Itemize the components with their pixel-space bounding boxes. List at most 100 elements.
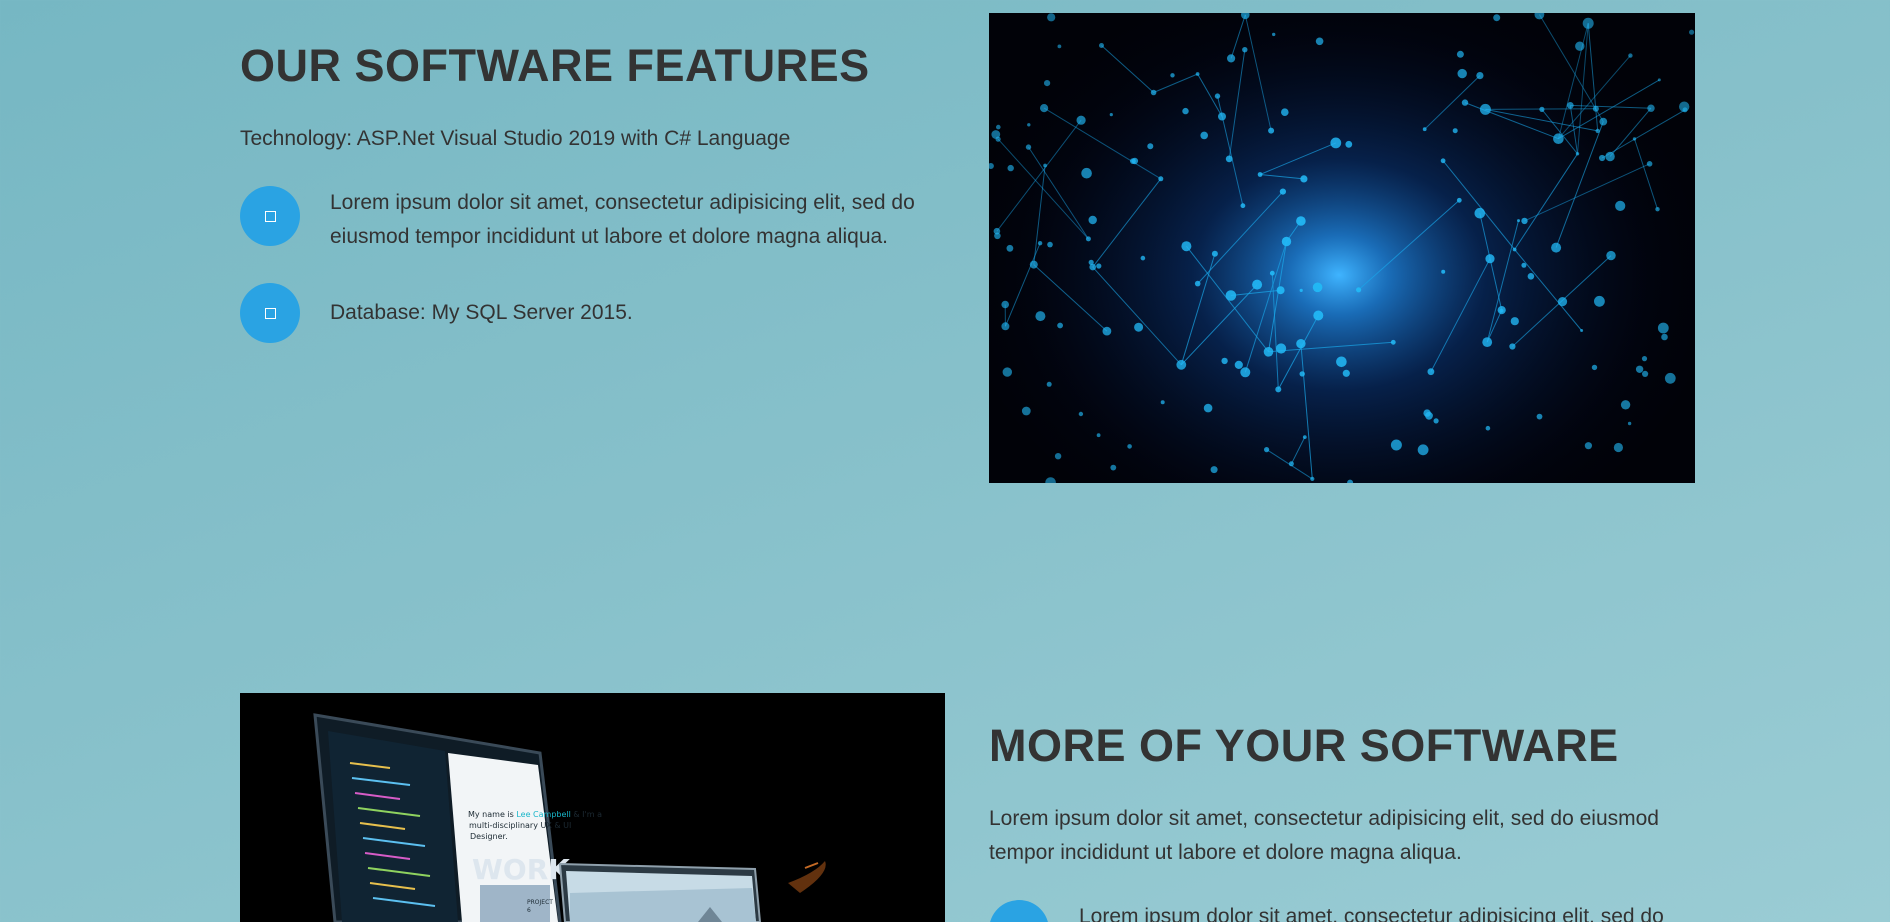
network-node xyxy=(1006,244,1014,252)
network-node xyxy=(1599,117,1608,126)
network-node xyxy=(1312,282,1323,293)
network-node xyxy=(1102,326,1112,336)
network-node xyxy=(1029,260,1038,269)
feature-icon-button-1[interactable] xyxy=(240,186,300,246)
network-node xyxy=(1109,113,1113,117)
network-node xyxy=(1512,247,1517,252)
network-node xyxy=(1057,322,1063,329)
network-node xyxy=(1134,322,1144,332)
network-node xyxy=(1181,241,1192,252)
network-node xyxy=(1456,50,1464,58)
network-node xyxy=(1479,103,1491,115)
network-node xyxy=(1176,359,1187,370)
network-node xyxy=(1200,131,1208,140)
network-node xyxy=(1296,216,1306,226)
network-node xyxy=(1661,333,1668,341)
network-node xyxy=(1147,143,1154,150)
network-node xyxy=(1210,466,1218,474)
feature-text-2: Database: My SQL Server 2015. xyxy=(330,301,633,324)
network-node xyxy=(1615,200,1626,211)
network-node xyxy=(1078,411,1084,417)
network-node xyxy=(1330,137,1342,149)
network-node xyxy=(1300,175,1308,183)
network-node xyxy=(1046,381,1052,387)
network-node xyxy=(1288,461,1294,467)
network-node xyxy=(1641,356,1648,362)
network-node xyxy=(1580,329,1584,332)
laptop-project-number: 6 xyxy=(527,907,531,914)
network-node xyxy=(1170,73,1175,78)
network-node xyxy=(1476,72,1484,80)
network-node xyxy=(1315,37,1324,46)
network-node xyxy=(1269,270,1275,276)
network-node xyxy=(1582,17,1594,29)
network-node xyxy=(1054,453,1062,460)
network-node xyxy=(1218,112,1226,121)
laptop-headline-line2: multi-disciplinary UX & UI xyxy=(469,821,571,830)
network-node xyxy=(1275,386,1282,393)
network-node xyxy=(1521,217,1528,225)
network-node xyxy=(1553,133,1564,144)
network-node xyxy=(1655,207,1660,212)
feature-text-1-line1: Lorem ipsum dolor sit amet, consectetur … xyxy=(330,191,915,214)
network-node xyxy=(1027,123,1031,127)
network-node xyxy=(1594,295,1605,307)
feature-text-1-line2: eiusmod tempor incididunt ut labore et d… xyxy=(330,225,889,248)
more-software-description: Lorem ipsum dolor sit amet, consectetur … xyxy=(989,802,1659,870)
network-node xyxy=(1194,280,1201,287)
network-node xyxy=(1521,262,1527,268)
network-node xyxy=(1257,172,1263,177)
network-node xyxy=(1099,43,1104,48)
network-node xyxy=(1140,255,1146,261)
network-node xyxy=(1457,68,1467,79)
network-node xyxy=(1539,106,1545,112)
network-node xyxy=(1456,197,1462,203)
network-node xyxy=(1584,442,1592,450)
network-node xyxy=(1557,297,1568,307)
network-node xyxy=(1043,163,1047,168)
network-node xyxy=(1356,287,1362,293)
network-node xyxy=(1037,241,1043,246)
network-node xyxy=(1336,356,1347,368)
network-node xyxy=(1461,99,1469,106)
network-node xyxy=(1527,273,1535,280)
network-node xyxy=(1211,250,1218,257)
network-node xyxy=(1272,32,1276,37)
network-node xyxy=(1441,269,1446,274)
network-node xyxy=(1664,372,1676,384)
more-feature-icon-button-1[interactable] xyxy=(989,900,1049,922)
network-node xyxy=(1510,317,1519,326)
network-node xyxy=(1627,421,1632,426)
network-node xyxy=(1225,290,1237,301)
network-node xyxy=(994,232,1001,240)
network-node xyxy=(1225,155,1233,163)
network-node xyxy=(1452,128,1458,134)
network-node xyxy=(1599,154,1606,162)
network-node xyxy=(1632,137,1637,141)
network-node xyxy=(1517,219,1520,223)
more-software-description-line2: tempor incididunt ut labore et dolore ma… xyxy=(989,841,1462,864)
network-node xyxy=(1657,322,1669,334)
network-node xyxy=(1440,158,1446,164)
network-node xyxy=(1310,476,1315,481)
technology-text: Technology: ASP.Net Visual Studio 2019 w… xyxy=(240,127,791,150)
network-node xyxy=(1302,435,1307,439)
laptop-watermark: WORK xyxy=(472,853,571,886)
network-node xyxy=(1025,144,1032,150)
network-node xyxy=(1345,140,1353,148)
network-node xyxy=(1689,29,1695,35)
network-node xyxy=(1002,367,1012,377)
network-node xyxy=(1182,107,1189,115)
network-node xyxy=(1474,207,1486,219)
features-title: OUR SOFTWARE FEATURES xyxy=(240,40,870,91)
network-node xyxy=(1096,433,1101,438)
network-node xyxy=(1281,108,1289,116)
network-node xyxy=(1635,365,1644,373)
feature-icon-button-2[interactable] xyxy=(240,283,300,343)
network-node xyxy=(1007,164,1014,172)
network-node xyxy=(1150,89,1157,96)
network-node xyxy=(1482,337,1493,347)
network-node xyxy=(1497,306,1506,315)
network-node xyxy=(1096,263,1102,269)
network-node xyxy=(1268,127,1275,134)
